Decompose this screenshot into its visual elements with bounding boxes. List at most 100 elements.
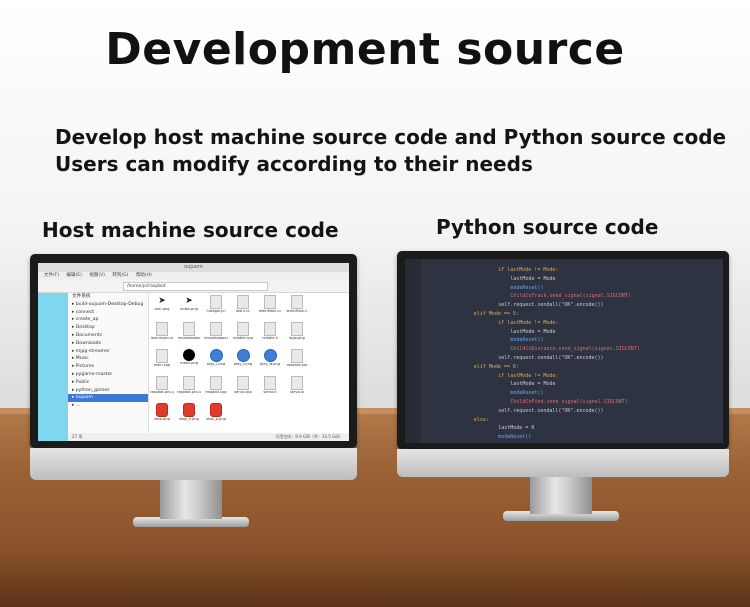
line-number (408, 301, 418, 309)
label-python-source: Python source code (436, 215, 659, 239)
file-item[interactable]: play_l.png (204, 349, 228, 375)
file-item[interactable]: play_w.png (258, 349, 282, 375)
tree-item[interactable]: ▸ Downloads (68, 340, 148, 348)
line-number (408, 363, 418, 371)
file-name: learnmain.ui (150, 336, 174, 340)
file-name: Category.h (206, 309, 226, 313)
code-line: modeReset() (510, 284, 544, 291)
file-item[interactable]: raspbot.cpp (204, 376, 228, 402)
file-item[interactable]: play_r.png (231, 349, 255, 375)
file-item[interactable]: stop_p.png (204, 403, 228, 429)
file-item[interactable]: learnMain.cc (258, 295, 282, 321)
file-item[interactable]: main.cpp (150, 349, 174, 375)
file-icon (291, 376, 303, 390)
tree-item[interactable]: ▸ ... (68, 402, 148, 410)
file-icon (263, 349, 277, 362)
file-manager-window[interactable]: oujuom 文件(F) 编辑(E) 视图(V) 转到(G) 帮助(H) /ho… (38, 263, 349, 441)
file-item[interactable]: recombobox (177, 322, 201, 348)
file-item[interactable]: recombobox.h (204, 322, 228, 348)
code-line: lastMode = 0 (498, 425, 535, 432)
tree-item[interactable]: ▸ pygame-master (68, 371, 148, 379)
menu-help[interactable]: 帮助(H) (136, 273, 152, 278)
file-item[interactable]: servo.h (258, 376, 282, 402)
file-icon (210, 403, 222, 417)
line-number (408, 345, 418, 353)
tree-item[interactable]: ▸ python_games (68, 387, 148, 395)
file-name: relable.h (262, 336, 278, 340)
folder-tree: 文件系统 ▸ build-oujuom-Desktop-Debug ▸ connec… (68, 293, 149, 433)
file-item[interactable]: Category.h (204, 295, 228, 321)
line-number (408, 275, 418, 283)
code-line: ChildCoTrack.send_signal(signal.SIGCONT) (510, 293, 631, 300)
file-item[interactable]: relable.h (258, 322, 282, 348)
line-number (408, 328, 418, 336)
code-editor[interactable]: if lastMode != Mode: lastMode = Mode modeR… (405, 259, 723, 443)
file-name: raspbot.cpp (205, 390, 227, 394)
file-name: recombobox (177, 336, 201, 340)
left-monitor-chin (30, 448, 357, 480)
code-line: lastMode = Mode (510, 328, 556, 335)
file-item[interactable]: mesh.png (177, 349, 201, 375)
right-monitor-chin (397, 449, 729, 477)
file-name: index.png (180, 307, 198, 311)
file-icon (183, 403, 195, 417)
code-line: ChildCoDistance.send_signal(signal.SIGCO… (510, 346, 640, 353)
menu-edit[interactable]: 编辑(E) (67, 273, 82, 278)
tree-item[interactable]: ▸ Documents (68, 332, 148, 340)
tree-item[interactable]: ▸ Desktop (68, 324, 148, 332)
code-line: elif Mode == 6: (473, 363, 519, 370)
file-grid: ➤ arm.png ➤ index.png Category.h learn.cc lear… (150, 293, 349, 433)
tree-item[interactable]: ▸ connect (68, 309, 148, 317)
file-icon (291, 295, 303, 309)
file-name: learnMain.cc (258, 309, 282, 313)
file-item[interactable]: servo.ui (285, 376, 309, 402)
file-item[interactable]: relable.cpp (231, 322, 255, 348)
file-icon (236, 349, 250, 362)
file-name: arm.png (154, 307, 170, 311)
line-number (408, 398, 418, 406)
subheading-2: Users can modify according to their need… (55, 152, 533, 176)
left-monitor-neck (160, 478, 222, 519)
tree-item[interactable]: ▸ Public (68, 379, 148, 387)
file-item[interactable]: learn.cc (231, 295, 255, 321)
tree-item[interactable]: ▸ oujuom (68, 394, 148, 403)
file-item[interactable]: stop.png (150, 403, 174, 429)
menu-bar: 文件(F) 编辑(E) 视图(V) 转到(G) 帮助(H) (38, 272, 349, 280)
file-name: stop_p.png (206, 417, 226, 421)
file-item[interactable]: servo.cpp (231, 376, 255, 402)
file-item[interactable]: learnMain.h (285, 295, 309, 321)
file-item[interactable]: raspbot.pro (285, 349, 309, 375)
tree-item[interactable]: ▸ Music (68, 355, 148, 363)
file-name: raspbot.pro (286, 363, 308, 367)
file-item[interactable]: logo.png (285, 322, 309, 348)
line-number (408, 424, 418, 432)
file-item[interactable]: stop_h.png (177, 403, 201, 429)
tree-item[interactable]: ▸ create_ap (68, 316, 148, 324)
file-icon (210, 376, 222, 390)
tree-item[interactable]: 文件系统 (68, 293, 148, 301)
file-item[interactable]: learnmain.ui (150, 322, 174, 348)
file-item[interactable]: ➤ arm.png (150, 295, 174, 321)
path-field[interactable]: /home/pi/raspbot (123, 282, 268, 291)
menu-go[interactable]: 转到(G) (112, 273, 128, 278)
code-line: self.request.sendall("OK".encode()) (498, 407, 604, 414)
page-title: Development source (105, 24, 625, 75)
file-icon (183, 349, 195, 361)
file-item[interactable]: ➤ index.png (177, 295, 201, 321)
file-icon (237, 322, 249, 336)
file-icon (156, 322, 168, 336)
file-item[interactable]: raspbot.pro.user.AD0 (177, 376, 201, 402)
menu-file[interactable]: 文件(F) (44, 273, 59, 278)
file-name: servo.ui (289, 390, 305, 394)
tree-item[interactable]: ▸ build-oujuom-Desktop-Debug (68, 301, 148, 309)
menu-view[interactable]: 视图(V) (89, 273, 105, 278)
code-line: if lastMode != Mode: (498, 319, 559, 326)
line-number (408, 407, 418, 415)
tree-item[interactable]: ▸ Pictures (68, 363, 148, 371)
file-item[interactable]: raspbot.pro.user (150, 376, 174, 402)
file-icon (264, 295, 276, 309)
file-icon (264, 376, 276, 390)
label-host-source: Host machine source code (42, 218, 339, 242)
tree-item[interactable]: ▸ mjpg-streamer (68, 348, 148, 356)
code-line: lastMode = Mode (510, 275, 556, 282)
